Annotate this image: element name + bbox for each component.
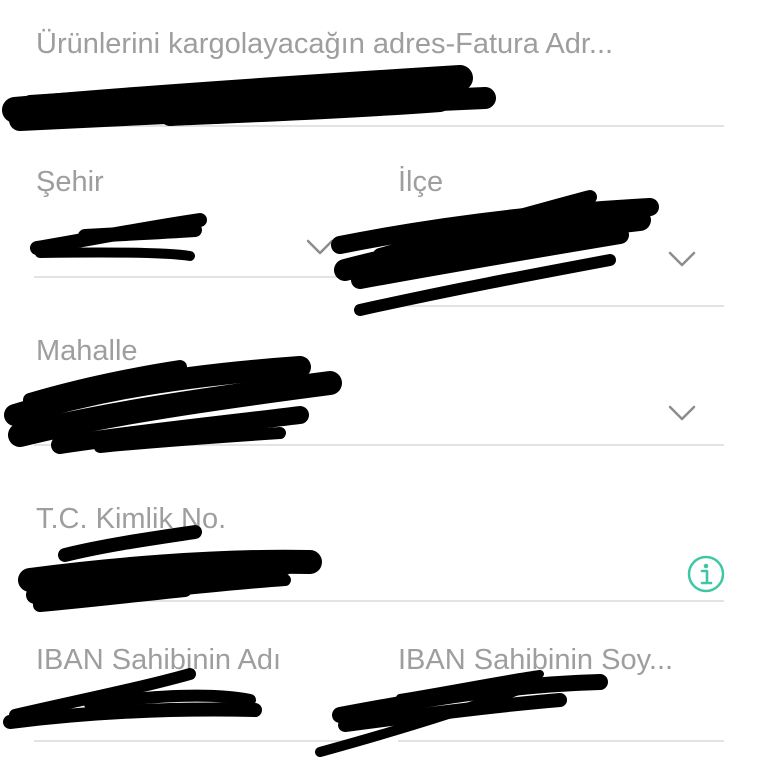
iban-holder-name-underline [34,740,366,742]
city-underline [34,276,366,278]
address-label: Ürünlerini kargolayacağın adres-Fatura A… [36,28,614,60]
iban-holder-surname-field[interactable]: IBAN Sahibinin Soy... [370,630,768,768]
iban-holder-surname-label: IBAN Sahibinin Soy... [398,644,674,676]
chevron-down-icon[interactable] [668,404,696,422]
district-field[interactable]: İlçe [370,150,768,310]
city-label: Şehir [36,166,104,198]
info-icon[interactable] [686,554,726,594]
neighborhood-label: Mahalle [36,335,138,367]
tc-id-field[interactable]: T.C. Kimlik No. [0,490,768,605]
tc-id-underline [34,600,724,602]
neighborhood-field[interactable]: Mahalle [0,320,768,450]
iban-holder-name-label: IBAN Sahibinin Adı [36,644,282,676]
chevron-down-icon[interactable] [306,238,334,256]
chevron-down-icon[interactable] [668,250,696,268]
address-underline [34,125,724,127]
iban-holder-name-field[interactable]: IBAN Sahibinin Adı [0,630,370,768]
tc-id-label: T.C. Kimlik No. [36,503,227,535]
district-label: İlçe [398,166,444,198]
neighborhood-underline [34,444,724,446]
address-field[interactable]: Ürünlerini kargolayacağın adres-Fatura A… [0,0,768,131]
iban-holder-surname-underline [398,740,724,742]
district-underline [398,305,724,307]
redaction-scribble [2,65,496,131]
city-field[interactable]: Şehir [0,150,370,285]
redaction-scribble [30,213,207,261]
